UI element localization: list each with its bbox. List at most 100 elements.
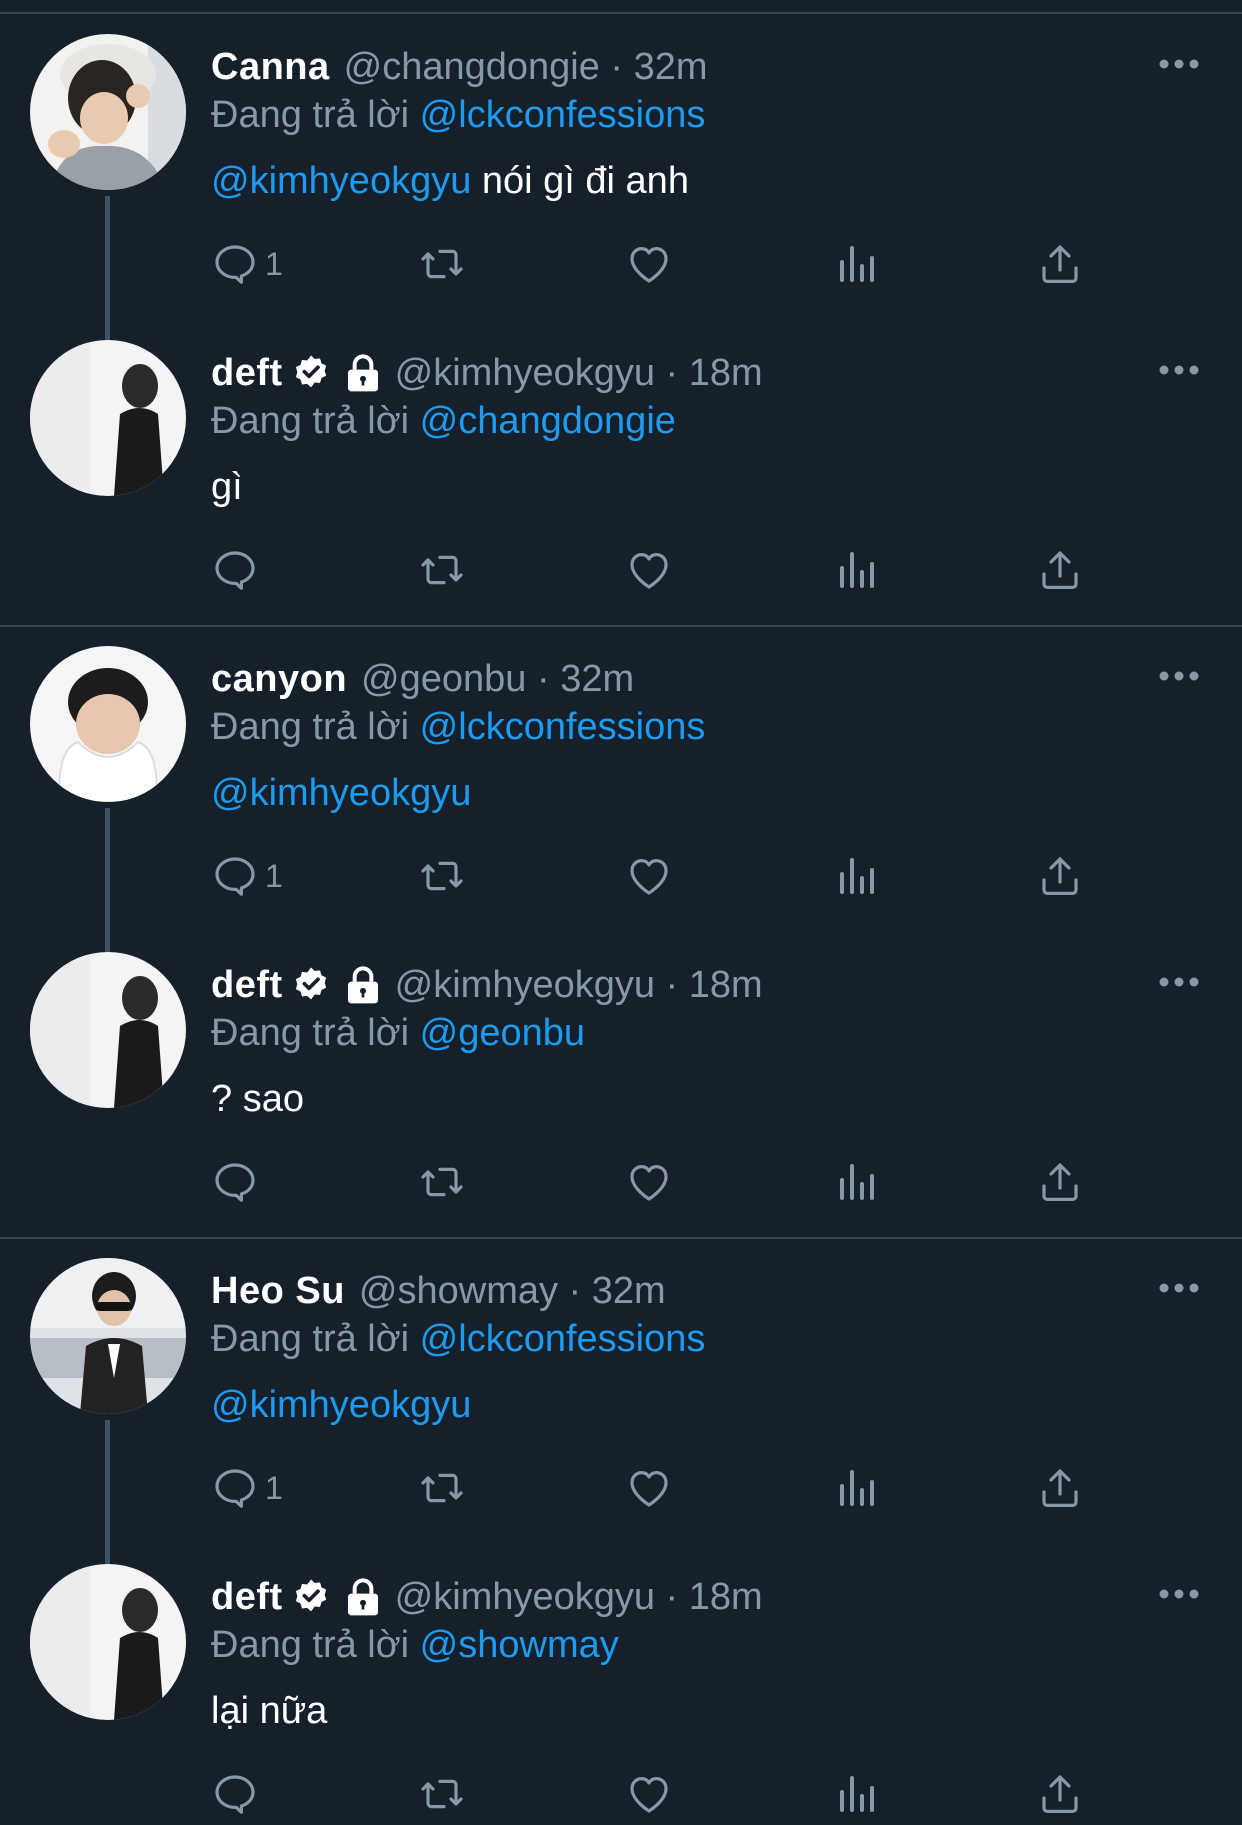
- tweet-body: nói gì đi anh: [471, 160, 689, 202]
- tweet-3[interactable]: canyon @geonbu · 32m Đang trả lời @lckco…: [0, 612, 1242, 958]
- tweet-body: gì: [211, 466, 243, 508]
- lock-icon: [345, 353, 381, 393]
- retweet-button[interactable]: [418, 546, 466, 594]
- avatar[interactable]: [30, 952, 186, 1108]
- reply-button[interactable]: [211, 1770, 259, 1818]
- avatar[interactable]: [30, 1564, 186, 1720]
- mention-link[interactable]: @kimhyeokgyu: [211, 160, 471, 202]
- like-icon: [630, 1471, 668, 1507]
- more-icon[interactable]: [1158, 1282, 1200, 1294]
- reply-to-link[interactable]: @changdongie: [420, 400, 676, 442]
- reply-icon: [215, 1775, 255, 1814]
- share-button[interactable]: [1036, 240, 1084, 288]
- reply-to-link[interactable]: @showmay: [420, 1624, 619, 1666]
- like-button[interactable]: [625, 1158, 673, 1206]
- timestamp[interactable]: 18m: [689, 964, 763, 1007]
- reply-button[interactable]: 1: [211, 852, 283, 900]
- user-handle[interactable]: @geonbu: [361, 658, 526, 701]
- user-handle[interactable]: @showmay: [359, 1270, 558, 1313]
- retweet-button[interactable]: [418, 240, 466, 288]
- avatar[interactable]: [30, 1258, 186, 1414]
- retweet-button[interactable]: [418, 1158, 466, 1206]
- avatar[interactable]: [30, 340, 186, 496]
- reply-button[interactable]: [211, 546, 259, 594]
- retweet-button[interactable]: [418, 1770, 466, 1818]
- analytics-button[interactable]: [832, 240, 880, 288]
- mention-link[interactable]: @kimhyeokgyu: [211, 772, 471, 814]
- user-handle[interactable]: @kimhyeokgyu: [395, 1576, 655, 1619]
- retweet-icon: [421, 1473, 463, 1503]
- like-icon: [630, 247, 668, 283]
- reply-prefix: Đang trả lời: [211, 1012, 410, 1054]
- retweet-button[interactable]: [418, 1464, 466, 1512]
- tweet-1[interactable]: Canna @changdongie · 32m Đang trả lời @l…: [0, 0, 1242, 346]
- mention-link[interactable]: @kimhyeokgyu: [211, 1384, 471, 1426]
- lock-icon: [345, 1577, 381, 1617]
- share-icon: [1042, 245, 1078, 283]
- retweet-icon: [421, 249, 463, 279]
- more-icon[interactable]: [1158, 1588, 1200, 1600]
- analytics-button[interactable]: [832, 1770, 880, 1818]
- timestamp[interactable]: 32m: [560, 658, 634, 701]
- analytics-button[interactable]: [832, 1464, 880, 1512]
- reply-button[interactable]: [211, 1158, 259, 1206]
- user-handle[interactable]: @kimhyeokgyu: [395, 964, 655, 1007]
- avatar[interactable]: [30, 34, 186, 190]
- retweet-icon: [421, 1779, 463, 1809]
- share-button[interactable]: [1036, 852, 1084, 900]
- reply-to-link[interactable]: @lckconfessions: [420, 706, 706, 748]
- user-handle[interactable]: @changdongie: [344, 46, 600, 89]
- display-name[interactable]: deft: [211, 964, 283, 1007]
- analytics-icon: [840, 1470, 874, 1506]
- retweet-button[interactable]: [418, 852, 466, 900]
- tweet-text: @kimhyeokgyu nói gì đi anh: [211, 160, 689, 203]
- analytics-button[interactable]: [832, 546, 880, 594]
- reply-to-link[interactable]: @lckconfessions: [420, 94, 706, 136]
- tweet-header: deft @kimhyeokgyu · 18m: [211, 1572, 763, 1622]
- display-name[interactable]: Heo Su: [211, 1270, 345, 1313]
- tweet-text: @kimhyeokgyu: [211, 772, 471, 815]
- avatar[interactable]: [30, 646, 186, 802]
- user-handle[interactable]: @kimhyeokgyu: [395, 352, 655, 395]
- reply-button[interactable]: 1: [211, 1464, 283, 1512]
- tweet-4[interactable]: deft @kimhyeokgyu · 18m Đang trả lời @ge…: [0, 918, 1242, 1224]
- tweet-6[interactable]: deft @kimhyeokgyu · 18m Đang trả lời @sh…: [0, 1530, 1242, 1825]
- share-icon: [1042, 857, 1078, 895]
- timestamp[interactable]: 32m: [592, 1270, 666, 1313]
- display-name[interactable]: Canna: [211, 46, 330, 89]
- display-name[interactable]: deft: [211, 1576, 283, 1619]
- reply-prefix: Đang trả lời: [211, 400, 410, 442]
- share-button[interactable]: [1036, 1158, 1084, 1206]
- like-button[interactable]: [625, 1464, 673, 1512]
- more-icon[interactable]: [1158, 58, 1200, 70]
- display-name[interactable]: canyon: [211, 658, 347, 701]
- analytics-button[interactable]: [832, 1158, 880, 1206]
- tweet-text: @kimhyeokgyu: [211, 1384, 471, 1427]
- analytics-button[interactable]: [832, 852, 880, 900]
- timestamp[interactable]: 18m: [689, 352, 763, 395]
- tweet-2[interactable]: deft @kimhyeokgyu · 18m Đang trả lời @ch…: [0, 306, 1242, 612]
- share-button[interactable]: [1036, 1770, 1084, 1818]
- tweet-5[interactable]: Heo Su @showmay · 32m Đang trả lời @lckc…: [0, 1224, 1242, 1570]
- more-icon[interactable]: [1158, 976, 1200, 988]
- timestamp[interactable]: 18m: [689, 1576, 763, 1619]
- like-button[interactable]: [625, 1770, 673, 1818]
- share-button[interactable]: [1036, 1464, 1084, 1512]
- analytics-icon: [840, 858, 874, 894]
- like-button[interactable]: [625, 240, 673, 288]
- share-icon: [1042, 551, 1078, 589]
- tweet-header: deft @kimhyeokgyu · 18m: [211, 960, 763, 1010]
- timestamp[interactable]: 32m: [634, 46, 708, 89]
- analytics-icon: [840, 1776, 874, 1812]
- reply-context: Đang trả lời @changdongie: [211, 400, 676, 443]
- display-name[interactable]: deft: [211, 352, 283, 395]
- reply-button[interactable]: 1: [211, 240, 283, 288]
- like-button[interactable]: [625, 546, 673, 594]
- more-icon[interactable]: [1158, 364, 1200, 376]
- more-icon[interactable]: [1158, 670, 1200, 682]
- reply-to-link[interactable]: @geonbu: [420, 1012, 585, 1054]
- reply-to-link[interactable]: @lckconfessions: [420, 1318, 706, 1360]
- like-button[interactable]: [625, 852, 673, 900]
- share-button[interactable]: [1036, 546, 1084, 594]
- action-bar: [0, 1770, 1242, 1825]
